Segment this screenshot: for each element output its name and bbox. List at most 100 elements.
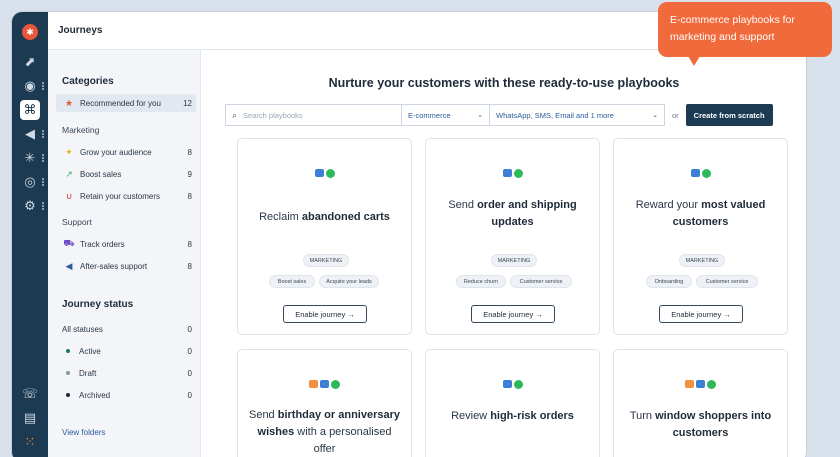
playbook-card[interactable]: Reclaim abandoned carts MARKETING Boost … [237, 138, 412, 335]
whatsapp-icon [325, 169, 335, 178]
email-icon [309, 380, 318, 388]
card-title: Send order and shipping updates [448, 199, 577, 228]
status-label: All statuses [62, 324, 103, 334]
truck-icon: ⛟ [63, 238, 75, 248]
trend-up-icon: ↗ [65, 168, 73, 179]
playbook-card[interactable]: Send order and shipping updates MARKETIN… [425, 138, 600, 335]
expand-dots-icon [42, 154, 44, 162]
sidebar-item-count: 12 [183, 98, 192, 108]
goal-tag: Customer service [696, 275, 758, 288]
chat-icon[interactable]: ▤ [20, 408, 40, 428]
whatsapp-icon [701, 169, 711, 178]
page-title: Journeys [58, 25, 103, 36]
status-dot-icon [66, 349, 70, 353]
card-title: Send birthday or anniversary wishes with… [248, 409, 401, 455]
channel-icons [614, 380, 787, 389]
enable-journey-button[interactable]: Enable journey → [659, 305, 743, 323]
status-item-all[interactable]: All statuses 0 [56, 320, 196, 338]
card-title: Reward your most valued customers [635, 199, 766, 228]
magnet-icon: ∪ [65, 190, 73, 201]
sidebar-item-count: 8 [187, 191, 192, 201]
reports-icon[interactable]: ⬈ [20, 52, 40, 72]
search-icon: ⌕ [232, 109, 238, 120]
sidebar-item-count: 8 [187, 261, 192, 271]
sidebar-item-label: Grow your audience [80, 147, 152, 157]
whatsapp-icon [513, 169, 523, 178]
enable-journey-button[interactable]: Enable journey → [471, 305, 555, 323]
support-icon[interactable]: ◎ [20, 172, 40, 192]
industry-select[interactable]: E-commerce ⌄ [401, 104, 489, 126]
apps-grid-icon[interactable]: ⁙ [20, 432, 40, 452]
sidebar-item-after-sales[interactable]: ◀ After-sales support 8 [56, 257, 196, 275]
sidebar-item-label: Recommended for you [80, 98, 161, 108]
expand-dots-icon [42, 130, 44, 138]
icon-rail: ✱ ⬈ ◉ ⌘ ◀ ✳ ◎ ⚙ ☏ ▤ ⁙ [12, 12, 48, 457]
sms-icon [696, 380, 705, 388]
status-label: Active [79, 346, 101, 356]
expand-dots-icon [42, 178, 44, 186]
channel-icons [238, 169, 411, 178]
journeys-icon[interactable]: ⌘ [20, 100, 40, 120]
sidebar-item-count: 8 [187, 239, 192, 249]
channel-icons [426, 380, 599, 389]
categories-heading: Categories [62, 76, 114, 87]
channels-select[interactable]: WhatsApp, SMS, Email and 1 more ⌄ [489, 104, 665, 126]
goal-tag: Acquire your leads [319, 275, 379, 288]
goal-tag: Customer service [510, 275, 572, 288]
playbook-card[interactable]: Review high-risk orders [425, 349, 600, 457]
status-item-draft[interactable]: Draft 0 [56, 364, 196, 382]
playbook-card[interactable]: Reward your most valued customers MARKET… [613, 138, 788, 335]
sms-icon [502, 380, 512, 388]
sidebar-item-label: Boost sales [80, 169, 122, 179]
expand-dots-icon [42, 202, 44, 210]
channel-icons [426, 169, 599, 178]
goal-tag: Reduce churn [456, 275, 506, 288]
contacts-icon[interactable]: ◉ [20, 76, 40, 96]
create-from-scratch-button[interactable]: Create from scratch [685, 104, 773, 126]
status-item-active[interactable]: Active 0 [56, 342, 196, 360]
brand-logo-icon[interactable]: ✱ [22, 24, 38, 40]
card-title: Reclaim abandoned carts [259, 211, 390, 223]
channel-icons [614, 169, 787, 178]
sparkle-icon: ✦ [65, 146, 73, 157]
sidebar-item-label: Retain your customers [80, 191, 161, 201]
search-placeholder: Search playbooks [243, 110, 303, 120]
sidebar-item-grow-audience[interactable]: ✦ Grow your audience 8 [56, 143, 196, 161]
status-item-archived[interactable]: Archived 0 [56, 386, 196, 404]
automation-icon[interactable]: ✳ [20, 148, 40, 168]
sidebar-item-track-orders[interactable]: ⛟ Track orders 8 [56, 235, 196, 253]
status-dot-icon [66, 371, 70, 375]
campaigns-icon[interactable]: ◀ [20, 124, 40, 144]
marketing-heading: Marketing [62, 125, 100, 135]
status-count: 0 [187, 390, 192, 400]
channels-value: WhatsApp, SMS, Email and 1 more [496, 110, 614, 120]
view-folders-link[interactable]: View folders [62, 428, 105, 437]
phone-icon[interactable]: ☏ [20, 384, 40, 404]
sms-icon [690, 169, 700, 177]
settings-gear-icon[interactable]: ⚙ [20, 196, 40, 216]
support-heading: Support [62, 217, 92, 227]
channel-icons [238, 380, 411, 389]
sidebar-item-recommended[interactable]: ★ Recommended for you 12 [56, 94, 196, 112]
category-tag: MARKETING [491, 254, 537, 267]
categories-sidebar: Categories ★ Recommended for you 12 Mark… [48, 50, 201, 457]
email-icon [685, 380, 694, 388]
megaphone-icon: ◀ [65, 260, 73, 271]
chevron-down-icon: ⌄ [477, 112, 483, 119]
enable-journey-button[interactable]: Enable journey → [283, 305, 367, 323]
sidebar-item-boost-sales[interactable]: ↗ Boost sales 9 [56, 165, 196, 183]
star-icon: ★ [64, 97, 74, 108]
main-heading: Nurture your customers with these ready-… [328, 76, 680, 90]
sidebar-item-retain-customers[interactable]: ∪ Retain your customers 8 [56, 187, 196, 205]
app-window: ✱ ⬈ ◉ ⌘ ◀ ✳ ◎ ⚙ ☏ ▤ ⁙ Journeys Categorie… [12, 12, 806, 457]
status-label: Archived [79, 390, 111, 400]
playbook-card[interactable]: Turn window shoppers into customers [613, 349, 788, 457]
playbook-card[interactable]: Send birthday or anniversary wishes with… [237, 349, 412, 457]
whatsapp-icon [707, 380, 716, 389]
card-title: Review high-risk orders [451, 410, 574, 422]
expand-dots-icon [42, 82, 44, 90]
status-count: 0 [187, 368, 192, 378]
search-input[interactable]: ⌕ Search playbooks [225, 104, 401, 126]
sidebar-item-count: 9 [187, 169, 192, 179]
sms-icon [314, 169, 324, 177]
